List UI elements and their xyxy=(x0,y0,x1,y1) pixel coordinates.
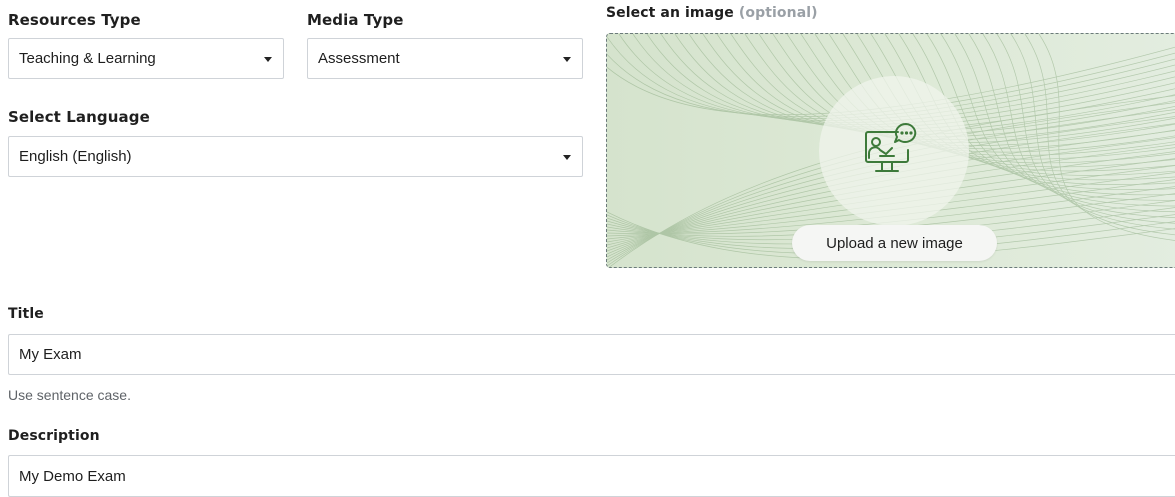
resources-type-label: Resources Type xyxy=(8,11,141,29)
description-input-value: My Demo Exam xyxy=(19,467,126,485)
chevron-down-icon xyxy=(563,56,571,62)
image-placeholder-circle xyxy=(819,76,969,226)
description-label: Description xyxy=(8,428,100,444)
upload-image-button[interactable]: Upload a new image xyxy=(792,225,997,261)
language-value: English (English) xyxy=(19,148,132,165)
resources-type-value: Teaching & Learning xyxy=(19,50,156,67)
teacher-presentation-icon xyxy=(865,122,917,172)
chevron-down-icon xyxy=(264,56,272,62)
media-type-select[interactable]: Assessment xyxy=(307,38,583,79)
language-select[interactable]: English (English) xyxy=(8,136,583,177)
image-dropzone[interactable]: Upload a new image xyxy=(606,33,1175,268)
image-label-text: Select an image xyxy=(606,5,734,21)
image-label: Select an image (optional) xyxy=(606,5,818,21)
description-input[interactable]: My Demo Exam xyxy=(8,455,1175,497)
resources-type-select[interactable]: Teaching & Learning xyxy=(8,38,284,79)
optional-tag: (optional) xyxy=(738,5,818,21)
title-input-value: My Exam xyxy=(19,346,82,363)
media-type-value: Assessment xyxy=(318,50,400,67)
title-hint: Use sentence case. xyxy=(8,387,131,403)
language-label: Select Language xyxy=(8,108,150,126)
chevron-down-icon xyxy=(563,154,571,160)
title-label: Title xyxy=(8,306,44,322)
title-input[interactable]: My Exam xyxy=(8,334,1175,375)
media-type-label: Media Type xyxy=(307,11,404,29)
